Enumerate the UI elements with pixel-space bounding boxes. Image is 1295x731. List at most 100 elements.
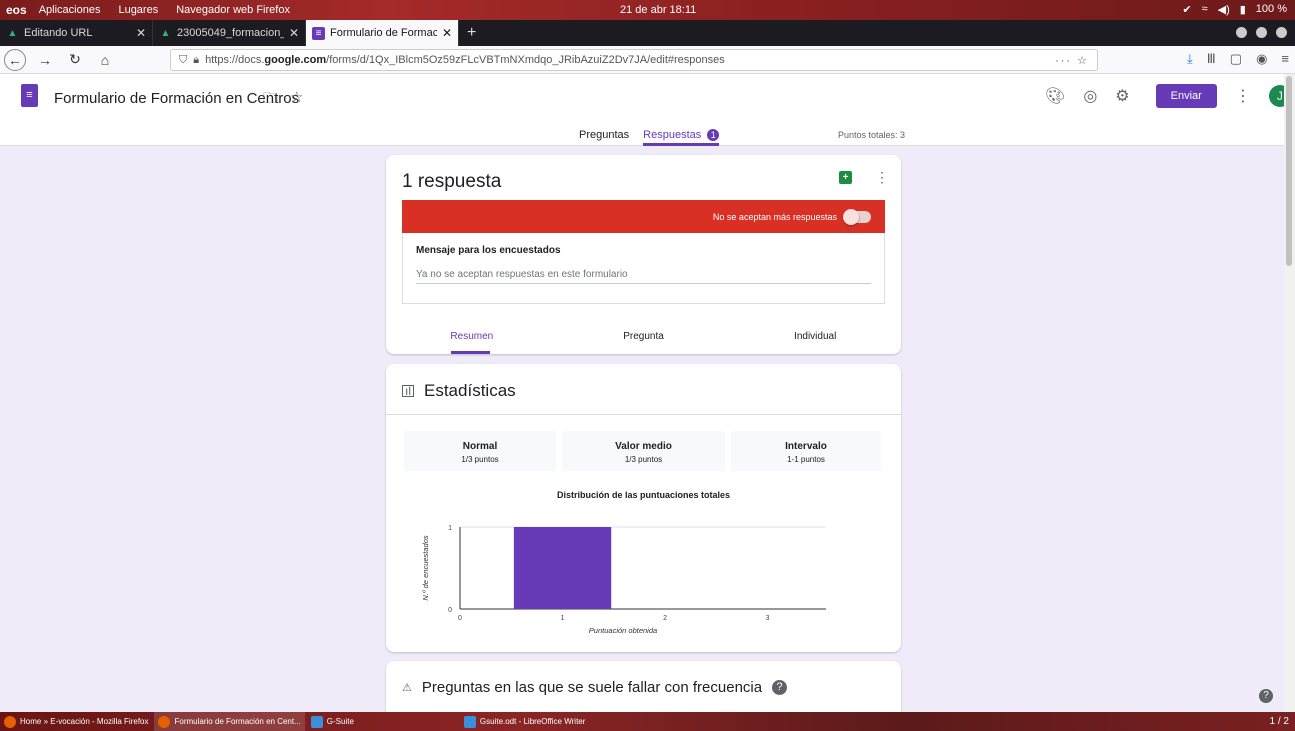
tab-title: Formulario de Formación bbox=[330, 27, 437, 39]
browser-tab-bar: ▲ Editando URL ✕ ▲ 23005049_formacion_ce… bbox=[0, 20, 1295, 46]
sheets-icon[interactable]: + bbox=[839, 171, 852, 184]
tab-respuestas[interactable]: Respuestas 1 bbox=[643, 129, 720, 146]
summary-subtabs: Resumen Pregunta Individual bbox=[386, 331, 901, 342]
subtab-individual[interactable]: Individual bbox=[729, 331, 901, 342]
os-logo[interactable]: eos bbox=[6, 3, 27, 17]
close-tab-icon[interactable]: ✕ bbox=[136, 26, 146, 40]
score-distribution-chart: 0 1 0 1 2 3 Puntuación obtenida N.º de encuesta… bbox=[421, 525, 826, 635]
y-axis-label: N.º de encuestados bbox=[421, 535, 430, 601]
browser-tab-formacion[interactable]: ▲ 23005049_formacion_ce ✕ bbox=[153, 20, 306, 46]
chart-title: Distribución de las puntuaciones totales bbox=[556, 490, 731, 500]
stat-label: Normal bbox=[462, 441, 498, 452]
firefox-icon bbox=[4, 715, 16, 728]
help-icon[interactable]: ? bbox=[772, 680, 788, 695]
workspace-pager[interactable]: 1 / 2 bbox=[1270, 716, 1289, 727]
forms-icon: ≡ bbox=[312, 26, 325, 40]
alert-icon: ⚠ bbox=[402, 682, 412, 694]
taskbar-item-evocacion[interactable]: Home » E-vocación - Mozilla Firefox bbox=[0, 712, 152, 731]
message-input[interactable] bbox=[416, 266, 871, 284]
url-text[interactable]: https://docs.google.com/forms/d/1Qx_IBlc… bbox=[205, 54, 1049, 66]
menu-lugares[interactable]: Lugares bbox=[118, 4, 158, 16]
stat-normal: Normal 1/3 puntos bbox=[404, 431, 556, 471]
message-label: Mensaje para los encuestados bbox=[416, 245, 561, 256]
battery-level: 100 % bbox=[1255, 3, 1287, 15]
wifi-icon[interactable]: ≈ bbox=[1202, 3, 1208, 16]
accepting-responses-toggle[interactable] bbox=[843, 208, 871, 225]
url-bar[interactable]: ⛉ 🔒︎ https://docs.google.com/forms/d/1Qx… bbox=[170, 49, 1098, 71]
home-button[interactable]: ⌂ bbox=[94, 49, 116, 71]
page-scrollbar[interactable] bbox=[1284, 74, 1295, 712]
task-label: Home » E-vocación - Mozilla Firefox bbox=[20, 717, 149, 726]
subtab-pregunta[interactable]: Pregunta bbox=[558, 331, 730, 342]
menu-icon[interactable]: ≡ bbox=[1281, 51, 1289, 67]
reload-button[interactable]: ↻ bbox=[64, 49, 86, 71]
account-icon[interactable]: ◉ bbox=[1256, 51, 1267, 67]
browser-nav-bar: ← → ↻ ⌂ ⛉ 🔒︎ https://docs.google.com/for… bbox=[0, 46, 1295, 74]
responses-count-badge: 1 bbox=[707, 129, 720, 141]
active-subtab-underline bbox=[451, 351, 490, 354]
bar-chart-icon: ıl bbox=[402, 385, 414, 397]
volume-icon[interactable]: ◀) bbox=[1218, 3, 1230, 16]
page-actions[interactable]: ··· ☆ bbox=[1055, 54, 1089, 67]
more-options-icon[interactable]: ⋮ bbox=[875, 169, 889, 186]
task-label: Formulario de Formación en Cent... bbox=[174, 717, 301, 726]
x-tick-label: 3 bbox=[766, 615, 770, 622]
taskbar-item-formulario[interactable]: Formulario de Formación en Cent... bbox=[154, 712, 305, 731]
statistics-header: ıl Estadísticas bbox=[402, 381, 516, 401]
system-clock[interactable]: 21 de abr 18:11 bbox=[620, 4, 696, 16]
stat-intervalo: Intervalo 1-1 puntos bbox=[731, 431, 881, 471]
browser-tab-formulario[interactable]: ≡ Formulario de Formación ✕ bbox=[306, 20, 459, 46]
scrollbar-thumb[interactable] bbox=[1286, 76, 1292, 266]
form-tabs: Preguntas Respuestas 1 bbox=[579, 129, 720, 146]
library-icon[interactable]: Ⅲ bbox=[1207, 51, 1216, 67]
stat-value: 1-1 puntos bbox=[787, 455, 825, 464]
google-forms-icon[interactable]: ≡ bbox=[21, 84, 38, 107]
settings-gear-icon[interactable]: ⚙ bbox=[1115, 86, 1129, 106]
star-icon[interactable]: ☆ bbox=[290, 88, 303, 113]
system-tray: ✔ ≈ ◀) ▮ 100 % bbox=[1182, 3, 1287, 16]
forward-button[interactable]: → bbox=[34, 49, 56, 71]
response-count: 1 respuesta bbox=[402, 171, 502, 192]
task-label: G-Suite bbox=[326, 717, 354, 726]
browser-tab-editando[interactable]: ▲ Editando URL ✕ bbox=[0, 20, 153, 46]
taskbar-item-gsuite[interactable]: G-Suite bbox=[307, 712, 358, 731]
window-controls bbox=[1236, 27, 1287, 38]
tab-title: Editando URL bbox=[24, 27, 93, 39]
statistics-title: Estadísticas bbox=[424, 381, 516, 400]
back-button[interactable]: ← bbox=[4, 48, 26, 71]
tab-title: 23005049_formacion_ce bbox=[177, 27, 284, 39]
responses-card: 1 respuesta + ⋮ No se aceptan más respue… bbox=[386, 155, 901, 354]
close-tab-icon[interactable]: ✕ bbox=[289, 26, 299, 40]
more-options-icon[interactable]: ⋮ bbox=[1235, 86, 1251, 106]
close-tab-icon[interactable]: ✕ bbox=[442, 26, 452, 40]
statistics-card: ıl Estadísticas Normal 1/3 puntos Valor … bbox=[386, 364, 901, 652]
preview-eye-icon[interactable]: ◎ bbox=[1083, 86, 1097, 106]
download-icon[interactable]: ⤓ bbox=[1187, 51, 1193, 67]
shield-icon[interactable]: ⛉ bbox=[179, 54, 187, 67]
bar bbox=[513, 527, 612, 609]
send-button[interactable]: Enviar bbox=[1155, 84, 1217, 108]
folder-icon[interactable]: 🗀︎ bbox=[263, 88, 278, 113]
sidebar-icon[interactable]: ▢ bbox=[1230, 51, 1242, 67]
divider bbox=[386, 414, 901, 415]
lock-icon[interactable]: 🔒︎ bbox=[193, 54, 199, 67]
stat-value: 1/3 puntos bbox=[624, 455, 663, 464]
taskbar-item-writer[interactable]: Gsuite.odt - LibreOffice Writer bbox=[460, 712, 590, 731]
new-tab-button[interactable]: + bbox=[459, 20, 484, 46]
browser-toolbar-right: ⤓ Ⅲ ▢ ◉ ≡ bbox=[1187, 51, 1289, 67]
menu-aplicaciones[interactable]: Aplicaciones bbox=[39, 4, 101, 16]
battery-icon[interactable]: ▮ bbox=[1240, 3, 1246, 16]
palette-icon[interactable]: 🎨︎ bbox=[1045, 86, 1065, 106]
x-axis-label: Puntuación obtenida bbox=[589, 626, 657, 635]
tab-preguntas[interactable]: Preguntas bbox=[579, 129, 629, 146]
subtab-resumen[interactable]: Resumen bbox=[386, 331, 558, 342]
system-top-bar: eos Aplicaciones Lugares Navegador web F… bbox=[0, 0, 1295, 20]
minimize-icon[interactable] bbox=[1236, 27, 1247, 38]
close-window-icon[interactable] bbox=[1276, 27, 1287, 38]
drive-a-icon: ▲ bbox=[160, 27, 171, 39]
maximize-icon[interactable] bbox=[1256, 27, 1267, 38]
check-icon[interactable]: ✔ bbox=[1182, 3, 1191, 16]
menu-firefox[interactable]: Navegador web Firefox bbox=[176, 4, 290, 16]
folder-icon bbox=[310, 715, 323, 728]
help-icon[interactable]: ? bbox=[1259, 689, 1273, 703]
